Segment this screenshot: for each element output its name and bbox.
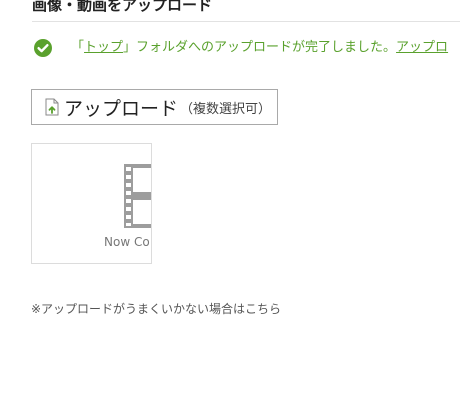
upload-help-link[interactable]: ※アップロードがうまくいかない場合はこちら (31, 300, 281, 317)
notice-prefix: 「 (71, 40, 85, 55)
thumbnail-caption: Now Co (104, 235, 150, 249)
check-circle-icon (34, 39, 52, 57)
film-strip-icon (124, 164, 151, 228)
title-divider (32, 21, 460, 22)
upload-thumbnail: Now Co (31, 143, 152, 264)
page-title: 画像・動画をアップロード (32, 0, 213, 14)
upload-button-sublabel: （複数選択可） (180, 101, 272, 117)
file-upload-icon (45, 98, 59, 116)
upload-complete-notice: 「トップ 」フォルダへのアップロードが完了しました。 アップロ (33, 38, 460, 58)
upload-button[interactable]: アップロード （複数選択可） (31, 89, 278, 125)
folder-link[interactable]: トップ (84, 38, 123, 58)
notice-message: 」フォルダへのアップロードが完了しました。 (123, 40, 397, 55)
upload-link[interactable]: アップロ (396, 38, 448, 58)
upload-button-label: アップロード (64, 97, 179, 120)
